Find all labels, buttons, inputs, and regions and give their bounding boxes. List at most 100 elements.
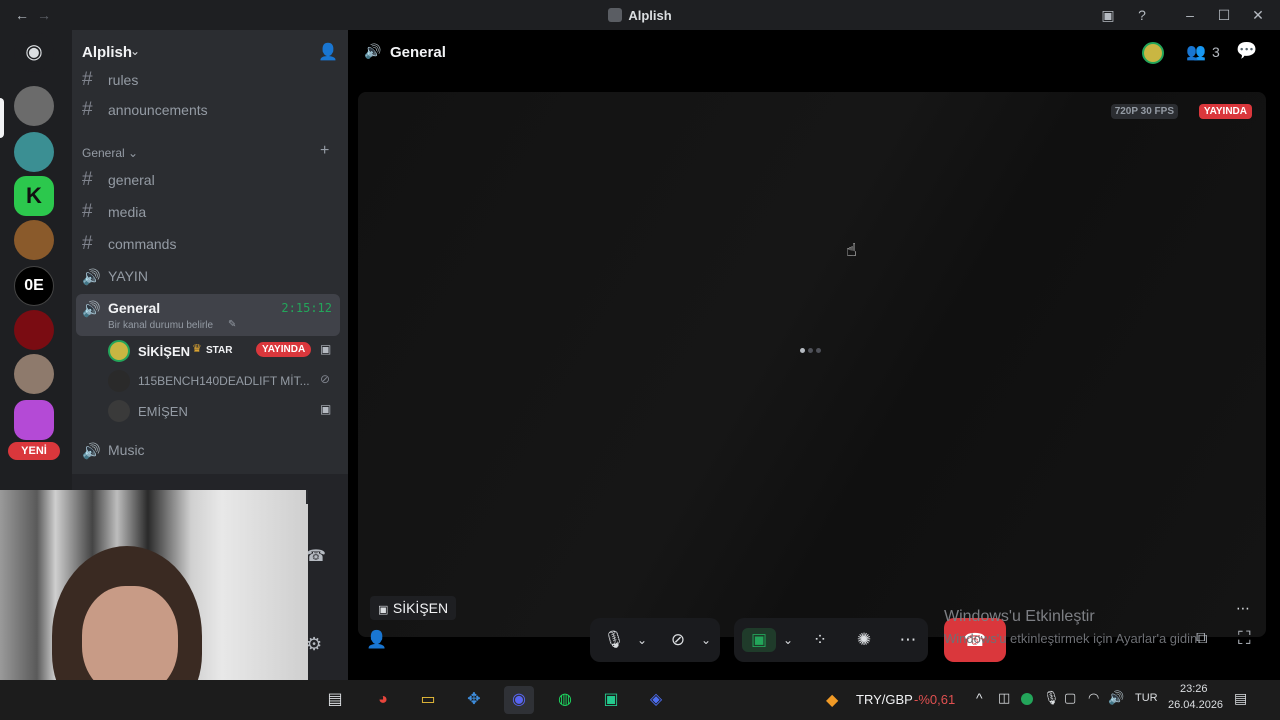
server-name: Alplish: [82, 44, 133, 61]
channel-status[interactable]: Bir kanal durumu belirle: [108, 320, 213, 331]
activities-icon[interactable]: ⁘: [808, 628, 832, 652]
stream-tile[interactable]: 720P 30 FPS YAYINDA ☝ ▣ SİKİŞEN ⋯: [358, 92, 1266, 637]
loading-dot: [800, 348, 805, 353]
server-icon[interactable]: K: [14, 176, 54, 216]
maximize-icon[interactable]: ☐: [1214, 5, 1234, 25]
voice-user[interactable]: SİKİŞEN ♛ STAR YAYINDA ▣: [108, 338, 340, 364]
channel-label: rules: [108, 72, 139, 88]
chrome-icon[interactable]: ◕: [368, 686, 398, 714]
server-icon[interactable]: [14, 310, 54, 350]
voice-channel-item[interactable]: 🔊 Music: [80, 436, 340, 464]
screen-share-icon: ▣: [320, 402, 332, 416]
chevron-up-icon[interactable]: ^: [976, 690, 983, 706]
add-channel-icon[interactable]: +: [320, 142, 329, 160]
channel-item[interactable]: # rules: [80, 66, 340, 94]
currency-change: -%0,61: [914, 692, 956, 707]
file-explorer-icon[interactable]: ▭: [413, 686, 443, 714]
members-icon[interactable]: 👥: [1186, 42, 1206, 62]
chat-app-icon[interactable]: ▣: [596, 686, 626, 714]
minimize-icon[interactable]: –: [1180, 5, 1200, 25]
loading-dot: [816, 348, 821, 353]
close-icon[interactable]: ✕: [306, 490, 308, 504]
channel-label: announcements: [108, 102, 208, 118]
channel-item[interactable]: # media: [80, 198, 340, 226]
notification-icon[interactable]: ▤: [1234, 690, 1247, 707]
channel-item[interactable]: # commands: [80, 230, 340, 258]
discord-home-icon[interactable]: ◉: [14, 32, 54, 72]
popout-icon[interactable]: ⧉: [1196, 630, 1207, 648]
speaker-icon: 🔊: [364, 43, 382, 59]
chevron-down-icon[interactable]: ⌄: [694, 628, 718, 652]
chevron-down-icon: ⌄: [130, 44, 141, 58]
title-bar: ← → Alplish ▣ ? – ☐ ✕: [0, 0, 1280, 30]
channel-label: commands: [108, 236, 177, 252]
crown-icon: ♛: [192, 343, 202, 355]
app-icon[interactable]: ✥: [459, 686, 489, 714]
server-icon[interactable]: [14, 86, 54, 126]
volume-icon[interactable]: 🔊: [1108, 690, 1124, 706]
mic-controls: 🎙 ⌄ ⊘ ⌄: [590, 618, 720, 662]
fullscreen-icon[interactable]: ⛶: [1238, 628, 1251, 649]
window-title-text: Alplish: [628, 8, 672, 23]
voice-channel-label: General: [108, 300, 161, 316]
microphone-icon[interactable]: 🎙: [602, 628, 626, 652]
task-view-icon[interactable]: ▤: [320, 686, 350, 714]
roblox-icon[interactable]: ◈: [641, 686, 671, 714]
phone-icon[interactable]: ☎: [306, 546, 326, 566]
soundboard-icon[interactable]: ✺: [852, 628, 876, 652]
channel-label: YAYIN: [108, 268, 148, 284]
server-icon[interactable]: [14, 220, 54, 260]
wifi-icon[interactable]: ◠: [1088, 690, 1099, 706]
hash-icon: #: [82, 69, 93, 90]
more-options-icon[interactable]: ⋯: [896, 628, 920, 652]
clock-time[interactable]: 23:26: [1180, 683, 1208, 695]
voice-user[interactable]: EMİŞEN ▣: [108, 398, 340, 424]
microphone-icon[interactable]: 🎙: [1043, 690, 1060, 706]
currency-pair: TRY/GBP: [856, 692, 913, 707]
discord-icon[interactable]: ◉: [504, 686, 534, 714]
voice-stage: 🔊 General 👥 3 💬 720P 30 FPS YAYINDA ☝ ▣ …: [350, 30, 1280, 680]
window-title: Alplish: [0, 8, 1280, 23]
spotify-icon[interactable]: ◍: [550, 686, 580, 714]
streamer-name: SİKİŞEN: [392, 600, 449, 616]
screen-share-icon[interactable]: ▣: [742, 628, 776, 652]
quality-badge: 720P 30 FPS: [1110, 104, 1178, 119]
channel-label: media: [108, 204, 147, 220]
category-header[interactable]: General ⌄: [82, 146, 138, 160]
inbox-icon[interactable]: ▣: [1098, 5, 1118, 25]
input-language[interactable]: TUR: [1135, 692, 1158, 704]
speaker-icon: 🔊: [82, 443, 101, 460]
voice-channel-item[interactable]: 🔊 YAYIN: [80, 262, 340, 290]
server-icon[interactable]: [14, 132, 54, 172]
camera-off-icon[interactable]: ⊘: [666, 628, 690, 652]
chevron-down-icon[interactable]: ⌄: [776, 628, 800, 652]
display-icon[interactable]: ▢: [1064, 690, 1076, 706]
avatar[interactable]: [1142, 42, 1164, 64]
server-icon[interactable]: 0E: [14, 266, 54, 306]
cursor-icon: ☝: [846, 240, 857, 260]
chevron-down-icon[interactable]: ⌄: [630, 628, 654, 652]
gear-icon[interactable]: ⚙: [306, 634, 322, 655]
loading-indicator: [800, 348, 822, 354]
hash-icon: #: [82, 201, 93, 222]
clock-date[interactable]: 26.04.2026: [1168, 699, 1223, 711]
camera-icon[interactable]: ◫: [998, 690, 1010, 706]
pencil-icon[interactable]: ✎: [228, 319, 236, 330]
active-voice-channel[interactable]: 🔊 General 2:15:12 Bir kanal durumu belir…: [76, 294, 340, 336]
invite-people-icon[interactable]: 👤: [318, 42, 338, 62]
server-icon[interactable]: [14, 354, 54, 394]
chat-icon[interactable]: 💬: [1236, 41, 1257, 61]
channel-item[interactable]: # announcements: [80, 96, 340, 124]
voice-timer: 2:15:12: [281, 301, 332, 315]
voice-user[interactable]: 115BENCH140DEADLIFT MİT... ⊘: [108, 368, 340, 394]
server-icon[interactable]: [14, 400, 54, 440]
activation-watermark-text: Windows'u etkinleştirmek için Ayarlar'a …: [944, 631, 1201, 646]
invite-to-voice-icon[interactable]: 👤: [366, 630, 387, 650]
help-icon[interactable]: ?: [1132, 5, 1152, 25]
stream-controls: ▣ ⌄ ⁘ ✺ ⋯: [734, 618, 928, 662]
currency-icon: ◆: [826, 692, 839, 709]
screen-share-icon: ▣: [320, 342, 332, 356]
channel-item[interactable]: # general: [80, 166, 340, 194]
close-icon[interactable]: ✕: [1248, 5, 1268, 25]
active-server-pill: [0, 98, 4, 138]
